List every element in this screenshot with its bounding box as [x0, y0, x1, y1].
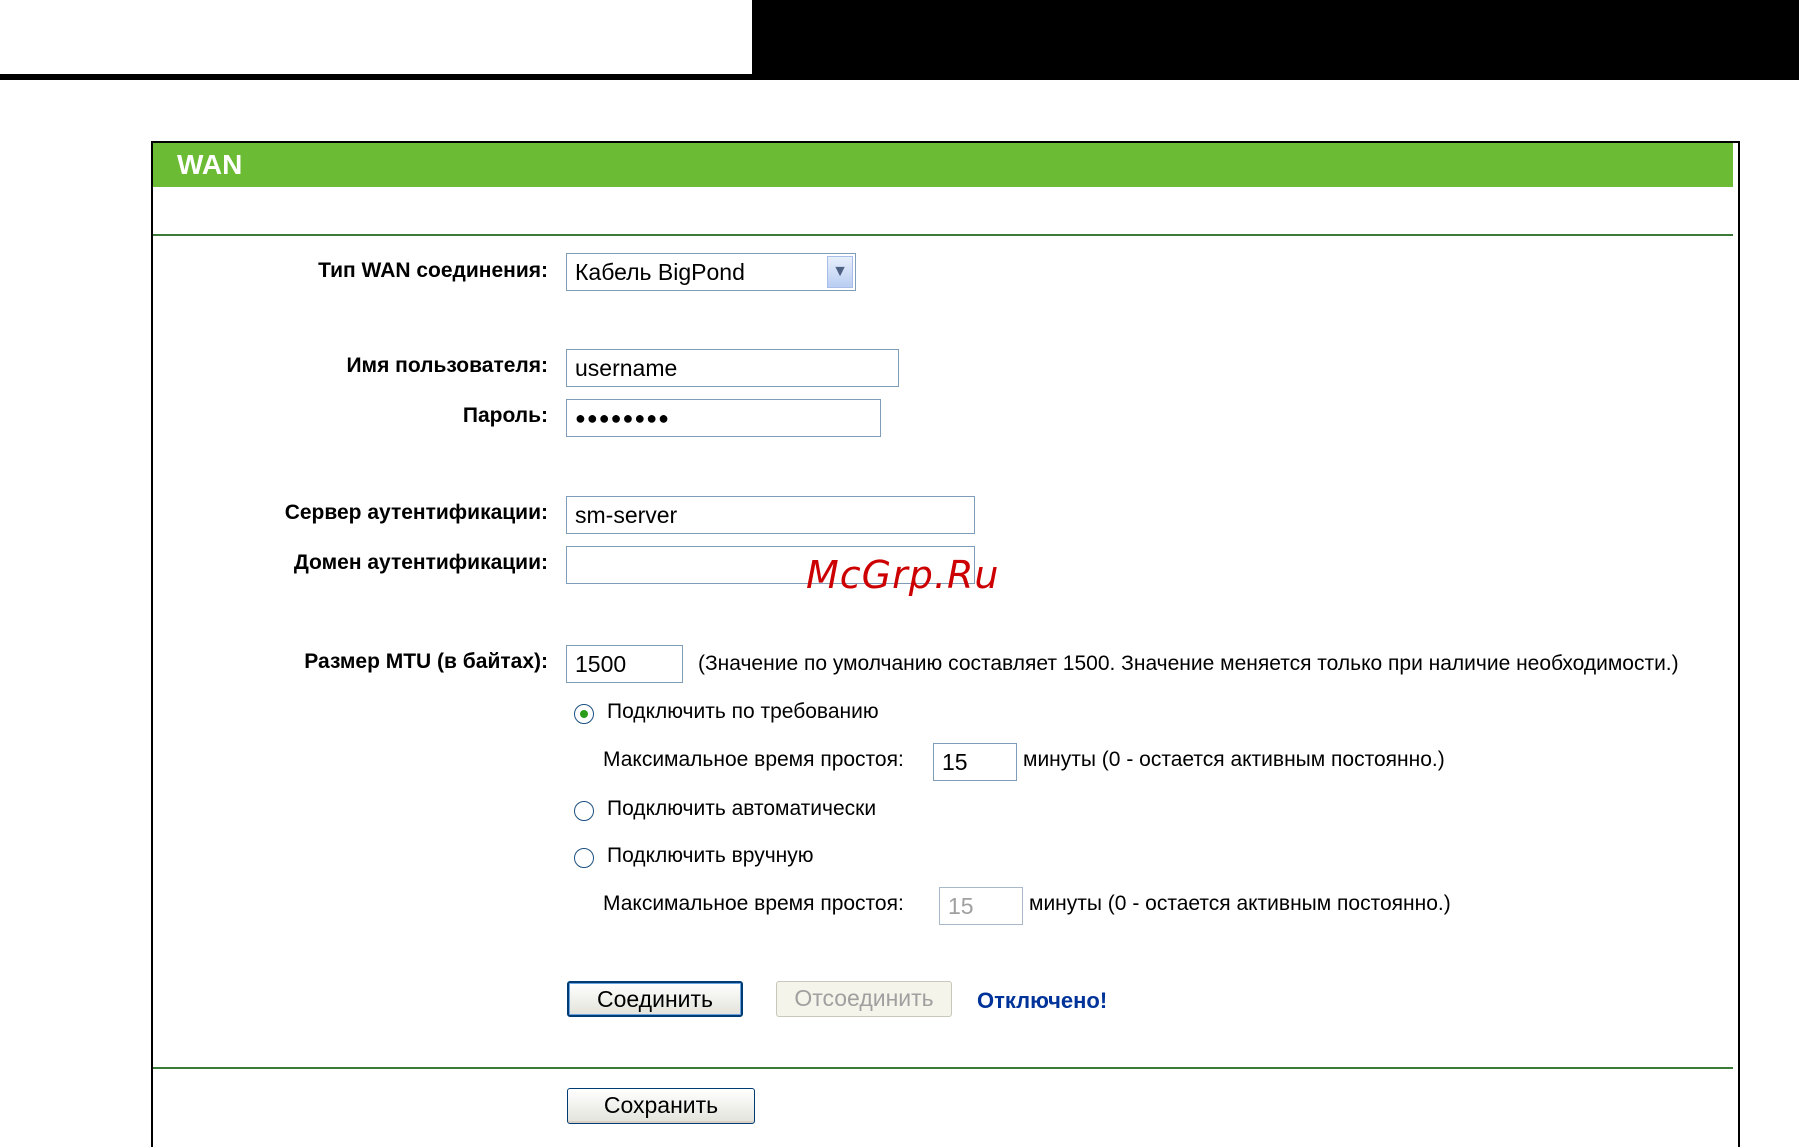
manual-label: Подключить вручную [607, 844, 814, 867]
connection-status: Отключено! [977, 988, 1108, 1013]
idle-time-suffix-1: минуты (0 - остается активным постоянно.… [1023, 748, 1445, 771]
radio-auto[interactable] [574, 801, 594, 821]
auth-domain-label: Домен аутентификации: [293, 551, 548, 574]
idle-time-label-1: Максимальное время простоя: [603, 748, 904, 771]
top-divider [153, 234, 1733, 236]
password-input[interactable]: ●●●●●●●● [566, 399, 881, 437]
idle-time-input-1[interactable]: 15 [933, 743, 1017, 781]
wan-panel: WAN Тип WAN соединения: Кабель BigPond ▼… [151, 141, 1740, 1147]
radio-manual[interactable] [574, 848, 594, 868]
idle-time-input-2[interactable]: 15 [939, 887, 1023, 925]
chevron-down-icon[interactable]: ▼ [827, 256, 853, 288]
mtu-input[interactable]: 1500 [566, 645, 683, 683]
auto-label: Подключить автоматически [607, 797, 877, 820]
wan-type-value: Кабель BigPond [575, 259, 745, 285]
panel-header: WAN [153, 143, 1733, 187]
top-rule [0, 74, 1799, 80]
radio-selected-dot [580, 710, 588, 718]
password-label: Пароль: [462, 404, 548, 427]
save-button[interactable]: Сохранить [567, 1088, 755, 1124]
bottom-divider [153, 1067, 1733, 1069]
username-label: Имя пользователя: [346, 354, 548, 377]
idle-time-suffix-2: минуты (0 - остается активным постоянно.… [1029, 892, 1451, 915]
disconnect-button[interactable]: Отсоединить [776, 981, 952, 1017]
wan-type-select[interactable]: Кабель BigPond ▼ [566, 253, 856, 291]
radio-on-demand[interactable] [574, 704, 594, 724]
top-black-bar [752, 0, 1799, 78]
idle-time-label-2: Максимальное время простоя: [603, 892, 904, 915]
panel-title: WAN [177, 149, 243, 180]
auth-server-label: Сервер аутентификации: [284, 501, 548, 524]
wan-type-label: Тип WAN соединения: [318, 259, 548, 282]
watermark-text: McGrp.Ru [806, 553, 1000, 597]
on-demand-label: Подключить по требованию [607, 700, 879, 723]
mtu-label: Размер MTU (в байтах): [304, 650, 548, 673]
username-input[interactable]: username [566, 349, 899, 387]
connect-button[interactable]: Соединить [567, 981, 743, 1017]
auth-server-input[interactable]: sm-server [566, 496, 975, 534]
mtu-hint: (Значение по умолчанию составляет 1500. … [698, 652, 1679, 675]
